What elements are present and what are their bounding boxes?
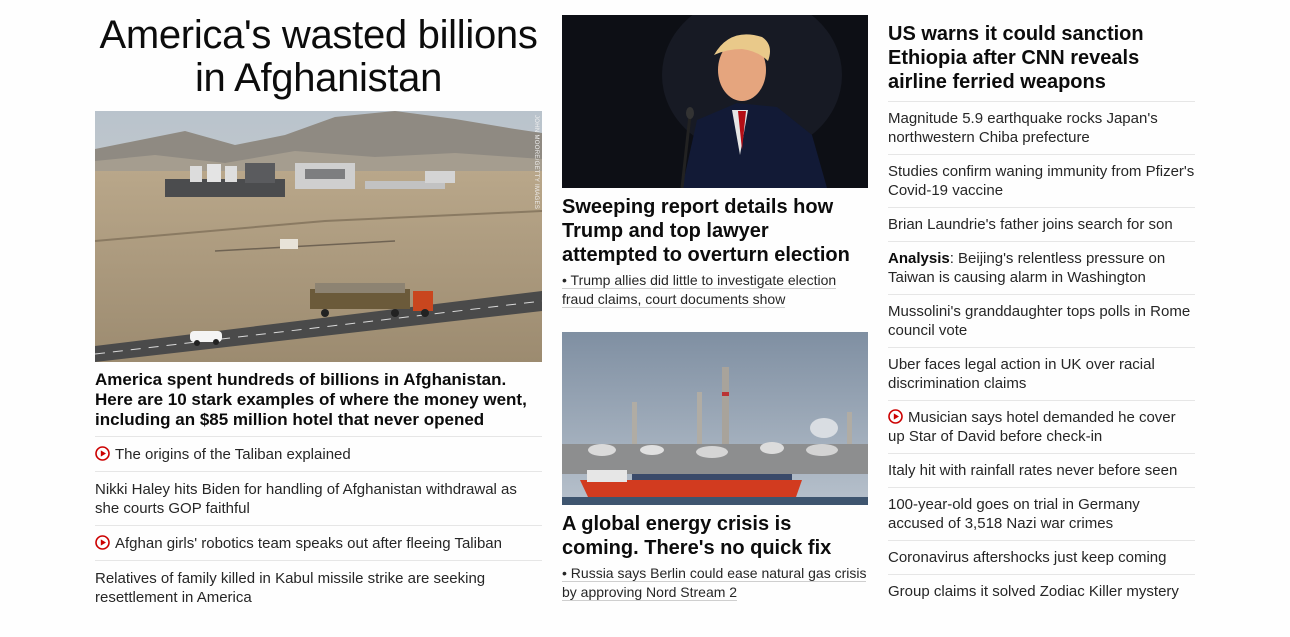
hero-caption[interactable]: America spent hundreds of billions in Af…	[95, 370, 542, 430]
play-icon	[95, 535, 110, 550]
banner-headline[interactable]: America's wasted billions in Afghanistan	[95, 14, 542, 104]
list-item-text: Brian Laundrie's father joins search for…	[888, 216, 1173, 233]
list-item-text: Mussolini's granddaughter tops polls in …	[888, 303, 1191, 339]
list-item-text: Studies confirm waning immunity from Pfi…	[888, 163, 1195, 199]
image-credit: JOHN MOORE/GETTY IMAGES	[533, 115, 539, 210]
hero-image[interactable]: JOHN MOORE/GETTY IMAGES	[95, 111, 542, 362]
story-subheadline[interactable]: • Russia says Berlin could ease natural …	[562, 564, 868, 602]
list-item-text: Nikki Haley hits Biden for handling of A…	[95, 481, 517, 517]
list-item[interactable]: Uber faces legal action in UK over racia…	[888, 347, 1195, 400]
list-item[interactable]: Italy hit with rainfall rates never befo…	[888, 453, 1195, 487]
energy-photo[interactable]	[562, 332, 868, 505]
list-item-text: Relatives of family killed in Kabul miss…	[95, 570, 486, 606]
list-item-text: The origins of the Taliban explained	[115, 446, 351, 463]
power-plant-tanker-image	[562, 332, 868, 505]
list-item[interactable]: Mussolini's granddaughter tops polls in …	[888, 294, 1195, 347]
list-item-text: Uber faces legal action in UK over racia…	[888, 356, 1155, 392]
list-item[interactable]: The origins of the Taliban explained	[95, 436, 542, 471]
story-subheadline[interactable]: • Trump allies did little to investigate…	[562, 271, 868, 309]
list-item-text: Italy hit with rainfall rates never befo…	[888, 462, 1178, 479]
list-item[interactable]: Analysis: Beijing's relentless pressure …	[888, 241, 1195, 294]
right-story-list: Magnitude 5.9 earthquake rocks Japan's n…	[888, 101, 1195, 608]
left-story-list: The origins of the Taliban explained Nik…	[95, 436, 542, 614]
list-item[interactable]: Musician says hotel demanded he cover up…	[888, 400, 1195, 453]
trump-photo[interactable]	[562, 15, 868, 188]
list-item-text: 100-year-old goes on trial in Germany ac…	[888, 496, 1140, 532]
analysis-label: Analysis	[888, 250, 950, 267]
afghanistan-landscape-image	[95, 111, 542, 362]
story-subheadline-text: • Russia says Berlin could ease natural …	[562, 565, 867, 601]
list-item[interactable]: Nikki Haley hits Biden for handling of A…	[95, 471, 542, 525]
list-item[interactable]: Relatives of family killed in Kabul miss…	[95, 560, 542, 614]
list-item[interactable]: Coronavirus aftershocks just keep coming	[888, 540, 1195, 574]
list-item-text: Magnitude 5.9 earthquake rocks Japan's n…	[888, 110, 1158, 146]
story-headline[interactable]: Sweeping report details how Trump and to…	[562, 195, 868, 267]
list-item[interactable]: Studies confirm waning immunity from Pfi…	[888, 154, 1195, 207]
list-item-text: Musician says hotel demanded he cover up…	[888, 409, 1176, 445]
list-item[interactable]: 100-year-old goes on trial in Germany ac…	[888, 487, 1195, 540]
list-item-text: Afghan girls' robotics team speaks out a…	[115, 535, 502, 552]
speaker-portrait-image	[562, 15, 868, 188]
story-headline[interactable]: A global energy crisis is coming. There'…	[562, 512, 868, 560]
list-item[interactable]: Afghan girls' robotics team speaks out a…	[95, 525, 542, 560]
list-item-text: Group claims it solved Zodiac Killer mys…	[888, 583, 1179, 600]
list-item-text: Coronavirus aftershocks just keep coming	[888, 549, 1167, 566]
story-subheadline-text: • Trump allies did little to investigate…	[562, 272, 837, 308]
list-item[interactable]: Magnitude 5.9 earthquake rocks Japan's n…	[888, 101, 1195, 154]
play-icon	[95, 446, 110, 461]
list-item[interactable]: Brian Laundrie's father joins search for…	[888, 207, 1195, 241]
play-icon	[888, 409, 903, 424]
list-item[interactable]: Group claims it solved Zodiac Killer mys…	[888, 574, 1195, 608]
right-lead-headline[interactable]: US warns it could sanction Ethiopia afte…	[888, 22, 1195, 94]
left-column: America's wasted billions in Afghanistan	[95, 0, 542, 606]
